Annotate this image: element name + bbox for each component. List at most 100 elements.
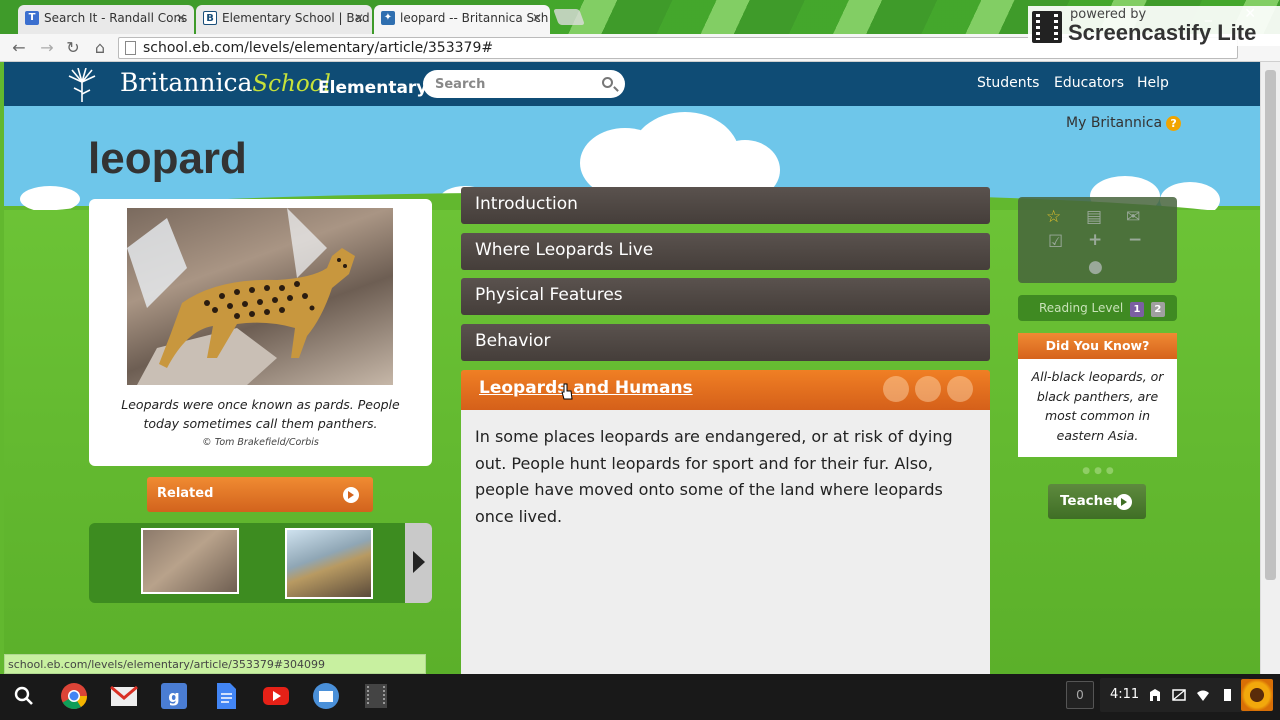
reading-level-label: Reading Level [1039,301,1124,315]
home-icon[interactable]: ⌂ [89,37,111,59]
section-leopards-and-humans[interactable]: Leopards and Humans [461,370,990,410]
hand-cursor-icon [561,383,573,400]
image-caption: Leopards were once known as pards. Peopl… [121,397,400,431]
star-icon[interactable]: ☆ [1046,207,1061,227]
related-thumbnail[interactable] [141,528,239,594]
britannica-b-icon: B [203,11,217,25]
clock: 4:11 [1110,687,1140,702]
nav-students[interactable]: Students [977,75,1039,91]
related-thumbnail[interactable] [285,528,373,599]
docs-icon[interactable] [212,682,240,710]
teacher-button[interactable]: Teacher [1048,484,1146,519]
page-icon [125,41,136,55]
image-credit: © Tom Brakefield/Corbis [202,437,319,448]
plus-icon[interactable]: + [1088,230,1102,250]
teacher-label: Teacher [1060,493,1120,509]
battery-icon [1224,689,1231,701]
search-box [423,70,625,98]
logo-main: Britannica [120,68,253,97]
gmail-icon[interactable] [110,682,138,710]
reading-level: Reading Level 1 2 [1018,295,1177,321]
nav-educators[interactable]: Educators [1054,75,1124,91]
system-tray[interactable]: 4:11 [1100,678,1250,712]
video-icon[interactable] [362,682,390,710]
new-tab-button[interactable] [553,9,585,25]
reading-level-2[interactable]: 2 [1150,302,1165,317]
close-tab-icon[interactable]: ✕ [176,5,186,31]
youtube-icon[interactable] [262,682,290,710]
reading-level-1[interactable]: 1 [1130,302,1145,317]
globe-icon[interactable]: ● [1088,257,1103,277]
did-you-know-title: Did You Know? [1018,333,1177,359]
tab-elementary-school[interactable]: B Elementary School | Bad ✕ [196,5,372,34]
email-icon[interactable]: ✉ [1126,207,1140,227]
minus-icon[interactable]: − [1128,230,1142,250]
skip-back-icon[interactable] [883,376,909,402]
article-tools-panel: ☆ ▤ ✉ ☑ + − ● [1018,197,1177,283]
article-title: leopard [88,134,247,183]
accessibility-icon [1150,689,1160,701]
tab-leopard[interactable]: ✦ leopard -- Britannica Sch ✕ [374,5,550,34]
forward-arrow-icon[interactable]: → [36,37,58,59]
page-scrollbar[interactable] [1260,62,1280,674]
svg-text:g: g [168,687,179,706]
close-tab-icon[interactable]: ✕ [354,5,364,31]
reload-icon[interactable]: ↻ [62,37,84,59]
nav-help[interactable]: Help [1137,75,1169,91]
level-label: Elementary [318,78,428,98]
print-icon[interactable]: ▤ [1086,207,1102,227]
checkmark-icon[interactable]: ☑ [1048,232,1063,252]
tab-title: Elementary School | Bad [222,11,370,25]
section-behavior[interactable]: Behavior [461,324,990,361]
thistle-logo-icon[interactable] [68,68,96,102]
related-media-carousel [89,523,432,603]
film-icon [1032,11,1062,43]
notification-count[interactable]: 0 [1066,681,1094,709]
related-label: Related [157,486,214,501]
leopard-illustration [127,208,355,385]
my-britannica-label: My Britannica [1066,115,1163,131]
leopard-photo[interactable] [127,208,393,385]
arrow-right-icon [1116,494,1132,510]
watermark-name: Screencastify Lite [1068,20,1257,45]
did-you-know-box: Did You Know? All-black leopards, or bla… [1018,333,1177,457]
google-plus-icon[interactable]: g [160,682,188,710]
section-introduction[interactable]: Introduction [461,187,990,224]
carousel-next-arrow-icon[interactable] [405,523,432,603]
tab-title: leopard -- Britannica Sch [400,11,549,25]
section-physical-features[interactable]: Physical Features [461,278,990,315]
link-status-bar: school.eb.com/levels/elementary/article/… [4,654,426,674]
section-label: Leopards and Humans [479,378,693,398]
did-you-know-text: All-black leopards, or black panthers, a… [1031,369,1164,443]
skip-forward-icon[interactable] [947,376,973,402]
tab-title: Search It - Randall Cons [44,11,188,25]
play-icon[interactable] [915,376,941,402]
tab-search-it[interactable]: T Search It - Randall Cons ✕ [18,5,194,34]
my-britannica-link[interactable]: My Britannica? [1066,115,1182,131]
close-tab-icon[interactable]: ✕ [532,5,542,31]
section-where-leopards-live[interactable]: Where Leopards Live [461,233,990,270]
screencastify-watermark: powered by Screencastify Lite [1028,6,1280,46]
britannica-icon: ✦ [381,11,395,25]
arrow-right-icon [343,487,359,503]
britannica-school-logo[interactable]: BritannicaSchool [120,68,331,97]
site-header: BritannicaSchool Elementary Students Edu… [4,62,1260,106]
search-input[interactable] [435,74,595,94]
search-it-icon: T [25,11,39,25]
search-icon[interactable] [602,77,613,88]
section-body-text: In some places leopards are endangered, … [475,427,953,526]
scrollbar-thumb[interactable] [1265,70,1276,580]
chrome-icon[interactable] [60,682,88,710]
section-content-panel: In some places leopards are endangered, … [461,410,990,674]
featured-image-card: Leopards were once known as pards. Peopl… [89,199,432,466]
back-arrow-icon[interactable]: ← [8,37,30,59]
user-avatar[interactable] [1241,679,1273,711]
related-button[interactable]: Related [147,477,373,512]
screen-icon [1172,689,1186,701]
carousel-dots[interactable]: ●●● [1080,466,1120,476]
files-icon[interactable] [312,682,340,710]
search-icon[interactable] [10,682,38,710]
wifi-icon [1197,690,1209,701]
help-icon[interactable]: ? [1166,116,1182,131]
address-url: school.eb.com/levels/elementary/article/… [143,40,494,56]
